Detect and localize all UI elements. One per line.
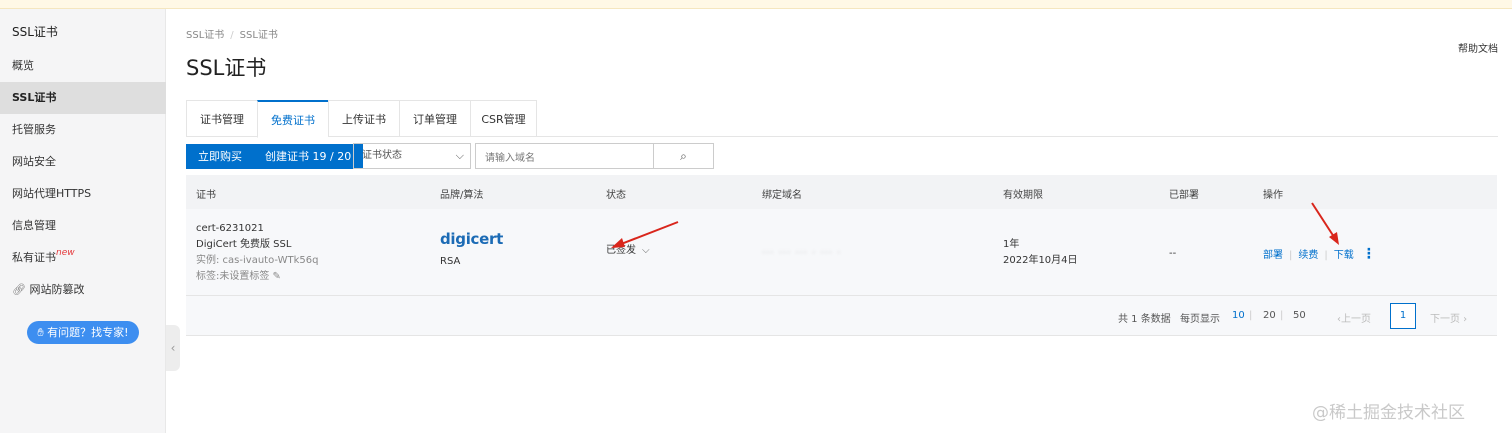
link-icon: 🔗︎ — [12, 283, 30, 296]
total-count: 共 1 条数据 — [1118, 314, 1171, 325]
per-page-label: 每页显示 — [1180, 314, 1220, 325]
next-page-button[interactable]: 下一页 › — [1430, 310, 1467, 325]
sidebar-item-label: 网站代理HTTPS — [12, 187, 92, 200]
bound-domain: ··· ··· ··· · ··· · — [762, 248, 842, 259]
sidebar-item-label: 私有证书 — [12, 251, 56, 264]
col-header: 操作 — [1263, 190, 1283, 201]
sidebar-item-info[interactable]: 信息管理 — [0, 210, 166, 242]
sidebar-item-label: 信息管理 — [12, 219, 56, 232]
tab-free-cert[interactable]: 免费证书 — [257, 100, 328, 138]
digicert-logo: digicert — [440, 230, 503, 248]
ask-expert-button[interactable]: ✋︎ 有问题？找专家! — [27, 321, 139, 344]
cert-id: cert-6231021 — [196, 223, 264, 234]
page-size-10[interactable]: 10 — [1232, 310, 1245, 321]
sidebar-item-label: 概览 — [12, 59, 34, 72]
new-badge: new — [56, 248, 75, 258]
prev-label: 上一页 — [1341, 314, 1371, 325]
cert-status-select[interactable]: 证书状态 ⌵ — [353, 143, 471, 169]
edit-icon[interactable]: ✎ — [269, 271, 281, 282]
sidebar-item-label: 网站防篡改 — [29, 283, 85, 296]
hand-icon: ✋︎ — [37, 326, 48, 339]
sidebar-item-ssl[interactable]: SSL证书 — [0, 82, 166, 114]
col-header: 品牌/算法 — [440, 190, 484, 201]
status-text: 已签发 — [606, 245, 636, 256]
domain-search-input[interactable]: 请输入域名 ⌕ — [475, 143, 714, 169]
validity: 1年 — [1003, 239, 1020, 250]
buy-now-button[interactable]: 立即购买 — [186, 144, 254, 169]
notice-banner — [0, 0, 300, 5]
next-label: 下一页 — [1430, 314, 1460, 325]
table-row: cert-6231021 DigiCert 免费版 SSL 实例: cas-iv… — [186, 209, 1497, 296]
prev-page-button[interactable]: ‹上一页 — [1337, 310, 1371, 325]
cert-tag[interactable]: 标签:未设置标签 ✎ — [196, 270, 281, 284]
col-header: 状态 — [606, 190, 626, 201]
sidebar-item-overview[interactable]: 概览 — [0, 50, 166, 82]
sidebar-item-label: 网站安全 — [12, 155, 56, 168]
sidebar-item-proxy-https[interactable]: 网站代理HTTPS — [0, 178, 166, 210]
page-size-50[interactable]: 50 — [1293, 310, 1306, 321]
breadcrumb-item[interactable]: SSL证书 — [186, 30, 224, 41]
chevron-down-icon: ⌵ — [455, 149, 464, 162]
search-button[interactable]: ⌕ — [653, 144, 713, 168]
cert-instance: 实例: cas-ivauto-WTk56q — [196, 255, 319, 266]
sidebar-item-label: 托管服务 — [12, 123, 56, 136]
tab-bar: 证书管理 免费证书 上传证书 订单管理 CSR管理 — [186, 100, 1498, 138]
chevron-down-icon: ⌵ — [642, 245, 650, 256]
sidebar-item-site-security[interactable]: 网站安全 — [0, 146, 166, 178]
algorithm: RSA — [440, 256, 461, 267]
cert-name: DigiCert 免费版 SSL — [196, 239, 292, 250]
collapse-sidebar-icon[interactable]: ‹ — [166, 325, 180, 371]
col-header: 有效期限 — [1003, 190, 1043, 201]
top-notice-bar — [0, 0, 1512, 9]
breadcrumb: SSL证书 / SSL证书 — [186, 30, 278, 41]
tab-csr[interactable]: CSR管理 — [470, 100, 537, 137]
tab-upload-cert[interactable]: 上传证书 — [328, 100, 399, 137]
ask-expert-label: 有问题？找专家! — [47, 326, 129, 339]
sidebar-item-private-cert[interactable]: 私有证书new — [0, 242, 166, 274]
search-icon: ⌕ — [680, 149, 687, 163]
page-size-20[interactable]: 20 — [1263, 310, 1276, 321]
download-link[interactable]: 下载 — [1334, 250, 1354, 261]
sidebar-item-hosting[interactable]: 托管服务 — [0, 114, 166, 146]
more-icon[interactable]: ⋮ — [1362, 246, 1376, 262]
col-header: 已部署 — [1169, 190, 1199, 201]
pagination: 共 1 条数据 每页显示 10 | 20 | 50 ‹上一页 1 下一页 › — [186, 296, 1497, 336]
deploy-link[interactable]: 部署 — [1263, 250, 1283, 261]
table-header: 证书 品牌/算法 状态 绑定域名 有效期限 已部署 操作 — [186, 175, 1497, 209]
tab-cert-management[interactable]: 证书管理 — [186, 100, 257, 137]
col-header: 证书 — [196, 190, 216, 201]
search-placeholder: 请输入域名 — [485, 153, 535, 164]
brand-text: digicert — [440, 230, 503, 248]
create-cert-button[interactable]: 创建证书 19 / 20 — [253, 144, 364, 169]
deployed: -- — [1169, 248, 1177, 259]
col-header: 绑定域名 — [762, 190, 802, 201]
renew-link[interactable]: 续费 — [1298, 250, 1318, 261]
sidebar: SSL证书 概览 SSL证书 托管服务 网站安全 网站代理HTTPS 信息管理 … — [0, 9, 166, 433]
help-doc-link[interactable]: 帮助文档 — [1458, 40, 1498, 55]
sidebar-item-tamper[interactable]: 🔗︎ 网站防篡改 — [0, 274, 166, 306]
select-value: 证书状态 — [362, 150, 402, 161]
row-ops: 部署 | 续费 | 下载 ⋮ — [1263, 246, 1376, 262]
breadcrumb-item: SSL证书 — [239, 30, 278, 41]
page-title: SSL证书 — [186, 56, 267, 80]
sidebar-item-label: SSL证书 — [12, 91, 57, 104]
status-dropdown[interactable]: 已签发 ⌵ — [606, 244, 650, 258]
expiry-date: 2022年10月4日 — [1003, 255, 1078, 266]
watermark: @稀土掘金技术社区 — [1312, 403, 1465, 423]
current-page[interactable]: 1 — [1390, 303, 1416, 329]
tab-orders[interactable]: 订单管理 — [399, 100, 470, 137]
tag-text: 标签:未设置标签 — [196, 271, 270, 282]
sidebar-title: SSL证书 — [12, 25, 58, 39]
